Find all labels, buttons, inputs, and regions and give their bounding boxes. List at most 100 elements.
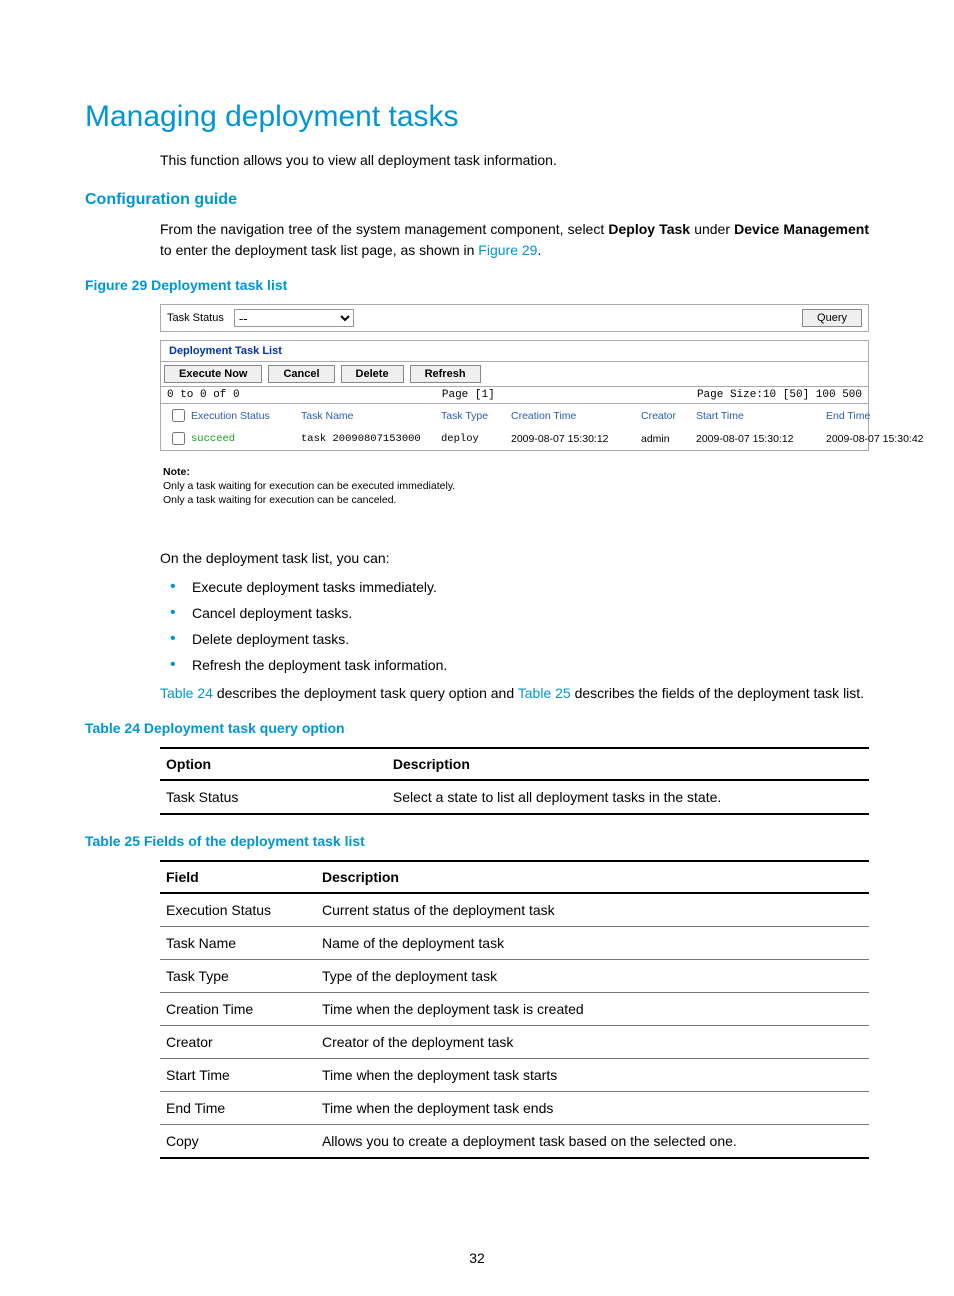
note-line-2: Only a task waiting for execution can be… [163, 493, 869, 507]
cell-description: Allows you to create a deployment task b… [316, 1124, 869, 1158]
table-row: Task StatusSelect a state to list all de… [160, 780, 869, 814]
table-row: succeed task 20090807153000 deploy 2009-… [161, 427, 868, 450]
note-header: Note: [163, 465, 869, 479]
page-size-100[interactable]: 100 [816, 389, 836, 401]
cell-exec-status: succeed [191, 433, 301, 445]
table-row: Task TypeType of the deployment task [160, 959, 869, 992]
text: . [537, 242, 541, 258]
task-status-select[interactable]: -- [234, 309, 354, 327]
intro-text: This function allows you to view all dep… [160, 150, 869, 171]
table-row: CreatorCreator of the deployment task [160, 1025, 869, 1058]
cancel-button[interactable]: Cancel [268, 365, 334, 383]
table-row: CopyAllows you to create a deployment ta… [160, 1124, 869, 1158]
capability-list: Execute deployment tasks immediately. Ca… [160, 579, 869, 673]
table-25: Field Description Execution StatusCurren… [160, 860, 869, 1159]
col-task-type[interactable]: Task Type [441, 410, 511, 422]
shot-button-row: Execute Now Cancel Delete Refresh [160, 361, 869, 387]
list-item: Cancel deployment tasks. [192, 605, 869, 621]
paging-left: 0 to 0 of 0 [167, 389, 240, 401]
list-item: Execute deployment tasks immediately. [192, 579, 869, 595]
page-number: 32 [0, 1250, 954, 1266]
text: From the navigation tree of the system m… [160, 221, 608, 237]
shot-note: Note: Only a task waiting for execution … [163, 465, 869, 508]
text: describes the deployment task query opti… [213, 685, 518, 701]
table-row: End TimeTime when the deployment task en… [160, 1091, 869, 1124]
deployment-task-list-header: Deployment Task List [160, 340, 869, 361]
table-row: Execution StatusCurrent status of the de… [160, 893, 869, 927]
shot-table: Execution Status Task Name Task Type Cre… [160, 404, 869, 451]
cell-task-name: task 20090807153000 [301, 433, 441, 445]
t25-col-field: Field [160, 861, 316, 893]
note-line-1: Only a task waiting for execution can be… [163, 479, 869, 493]
cell-description: Name of the deployment task [316, 926, 869, 959]
table-row: Creation TimeTime when the deployment ta… [160, 992, 869, 1025]
cell-description: Creator of the deployment task [316, 1025, 869, 1058]
col-task-name[interactable]: Task Name [301, 410, 441, 422]
page-size-10[interactable]: 10 [763, 389, 776, 401]
cell-description: Current status of the deployment task [316, 893, 869, 927]
col-start-time[interactable]: Start Time [696, 410, 826, 422]
config-para-1: From the navigation tree of the system m… [160, 219, 869, 261]
link-table-25[interactable]: Table 25 [518, 685, 571, 701]
col-exec-status[interactable]: Execution Status [191, 410, 301, 422]
cell-creation-time: 2009-08-07 15:30:12 [511, 433, 641, 445]
refresh-button[interactable]: Refresh [410, 365, 481, 383]
text: to enter the deployment task list page, … [160, 242, 478, 258]
list-item: Refresh the deployment task information. [192, 657, 869, 673]
col-creation-time[interactable]: Creation Time [511, 410, 641, 422]
text: describes the fields of the deployment t… [571, 685, 864, 701]
select-all-checkbox[interactable] [169, 409, 188, 422]
cell-field: Creation Time [160, 992, 316, 1025]
cell-end-time: 2009-08-07 15:30:42 [826, 433, 954, 445]
cell-description: Time when the deployment task is created [316, 992, 869, 1025]
cell-field: Task Type [160, 959, 316, 992]
after-shot-lead: On the deployment task list, you can: [160, 548, 869, 569]
table-25-caption: Table 25 Fields of the deployment task l… [85, 831, 869, 852]
list-item: Delete deployment tasks. [192, 631, 869, 647]
table-row: Task NameName of the deployment task [160, 926, 869, 959]
page-size-50[interactable]: [50] [783, 389, 809, 401]
task-status-label: Task Status [167, 312, 224, 324]
link-figure-29[interactable]: Figure 29 [478, 242, 537, 258]
figure-29-screenshot: Task Status -- Query Deployment Task Lis… [160, 304, 869, 451]
row-checkbox[interactable] [169, 432, 188, 445]
section-configuration-guide: Configuration guide [85, 191, 869, 209]
cell-field: Task Name [160, 926, 316, 959]
t24-col-description: Description [387, 748, 869, 780]
cell-creator: admin [641, 433, 696, 445]
tables-desc-para: Table 24 describes the deployment task q… [160, 683, 869, 704]
col-end-time[interactable]: End Time [826, 410, 954, 422]
figure-29-caption: Figure 29 Deployment task list [85, 275, 869, 296]
table-24: Option Description Task StatusSelect a s… [160, 747, 869, 815]
shot-paging-bar: 0 to 0 of 0 Page [1] Page Size: 10 [50] … [160, 387, 869, 404]
text: under [694, 221, 734, 237]
page-size-500[interactable]: 500 [842, 389, 862, 401]
paging-right-prefix: Page Size: [697, 389, 763, 401]
table-header-row: Execution Status Task Name Task Type Cre… [161, 404, 868, 427]
cell-description: Time when the deployment task starts [316, 1058, 869, 1091]
bold-device-management: Device Management [734, 221, 869, 237]
bold-deploy-task: Deploy Task [608, 221, 690, 237]
shot-filter-bar: Task Status -- Query [160, 304, 869, 332]
execute-now-button[interactable]: Execute Now [164, 365, 262, 383]
t24-col-option: Option [160, 748, 387, 780]
delete-button[interactable]: Delete [341, 365, 404, 383]
cell-option: Task Status [160, 780, 387, 814]
page-title: Managing deployment tasks [85, 100, 869, 134]
cell-description: Type of the deployment task [316, 959, 869, 992]
table-24-caption: Table 24 Deployment task query option [85, 718, 869, 739]
cell-description: Time when the deployment task ends [316, 1091, 869, 1124]
cell-description: Select a state to list all deployment ta… [387, 780, 869, 814]
cell-start-time: 2009-08-07 15:30:12 [696, 433, 826, 445]
cell-field: End Time [160, 1091, 316, 1124]
cell-task-type: deploy [441, 433, 511, 445]
cell-field: Execution Status [160, 893, 316, 927]
t25-col-description: Description [316, 861, 869, 893]
cell-field: Copy [160, 1124, 316, 1158]
cell-field: Creator [160, 1025, 316, 1058]
cell-field: Start Time [160, 1058, 316, 1091]
link-table-24[interactable]: Table 24 [160, 685, 213, 701]
col-creator[interactable]: Creator [641, 410, 696, 422]
query-button[interactable]: Query [802, 309, 862, 327]
table-row: Start TimeTime when the deployment task … [160, 1058, 869, 1091]
